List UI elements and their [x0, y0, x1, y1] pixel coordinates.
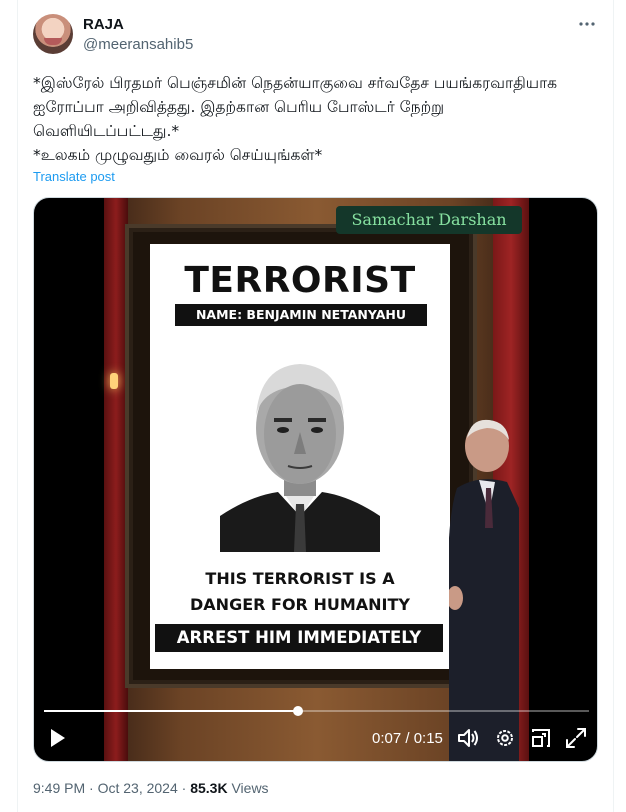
poster-warning-text: THIS TERRORIST IS A DANGER FOR HUMANITY — [150, 566, 450, 618]
play-icon[interactable] — [44, 725, 70, 751]
post-time[interactable]: 9:49 PM — [33, 780, 85, 796]
meta-separator: · — [85, 780, 98, 796]
gear-icon[interactable] — [492, 725, 518, 751]
author-display-name[interactable]: RAJA — [83, 16, 124, 33]
channel-watermark: Samachar Darshan — [336, 206, 522, 234]
poster-arrest-banner: ARREST HIM IMMEDIATELY — [155, 624, 443, 652]
post-date[interactable]: Oct 23, 2024 — [98, 780, 178, 796]
translate-post-link[interactable]: Translate post — [33, 169, 115, 184]
volume-icon[interactable] — [455, 725, 481, 751]
poster-title: TERRORIST — [184, 260, 416, 301]
video-player[interactable]: TERRORIST NAME: BENJAMIN NETANYAHU THIS — [33, 197, 598, 762]
fullscreen-icon[interactable] — [563, 725, 589, 751]
poster-warning-line-2: DANGER FOR HUMANITY — [190, 595, 410, 614]
views-label: Views — [227, 780, 269, 796]
tweet-meta: 9:49 PM · Oct 23, 2024 · 85.3K Views — [33, 780, 269, 796]
author-handle[interactable]: @meeransahib5 — [83, 36, 193, 53]
video-progress-bar[interactable] — [44, 706, 589, 716]
more-horizontal-icon[interactable] — [575, 14, 599, 38]
portrait-image — [220, 346, 380, 552]
poster-name-label: NAME: BENJAMIN NETANYAHU — [175, 304, 427, 326]
poster: TERRORIST NAME: BENJAMIN NETANYAHU THIS — [150, 244, 450, 669]
video-progress-fill — [44, 710, 299, 712]
video-controls: 0:07 / 0:15 — [34, 721, 597, 755]
tweet-header: RAJA @meeransahib5 — [33, 14, 603, 60]
picture-in-picture-icon[interactable] — [528, 725, 554, 751]
video-time-display: 0:07 / 0:15 — [372, 730, 443, 747]
meta-separator: · — [177, 780, 191, 796]
poster-warning-line-1: THIS TERRORIST IS A — [205, 569, 395, 588]
avatar[interactable] — [33, 14, 73, 54]
video-frame[interactable]: TERRORIST NAME: BENJAMIN NETANYAHU THIS — [104, 198, 529, 761]
tweet-text: *இஸ்ரேல் பிரதமர் பெஞ்சமின் நெதன்யாகுவை ச… — [33, 74, 558, 164]
wall-lamp — [110, 373, 118, 389]
views-count: 85.3K — [190, 780, 228, 796]
